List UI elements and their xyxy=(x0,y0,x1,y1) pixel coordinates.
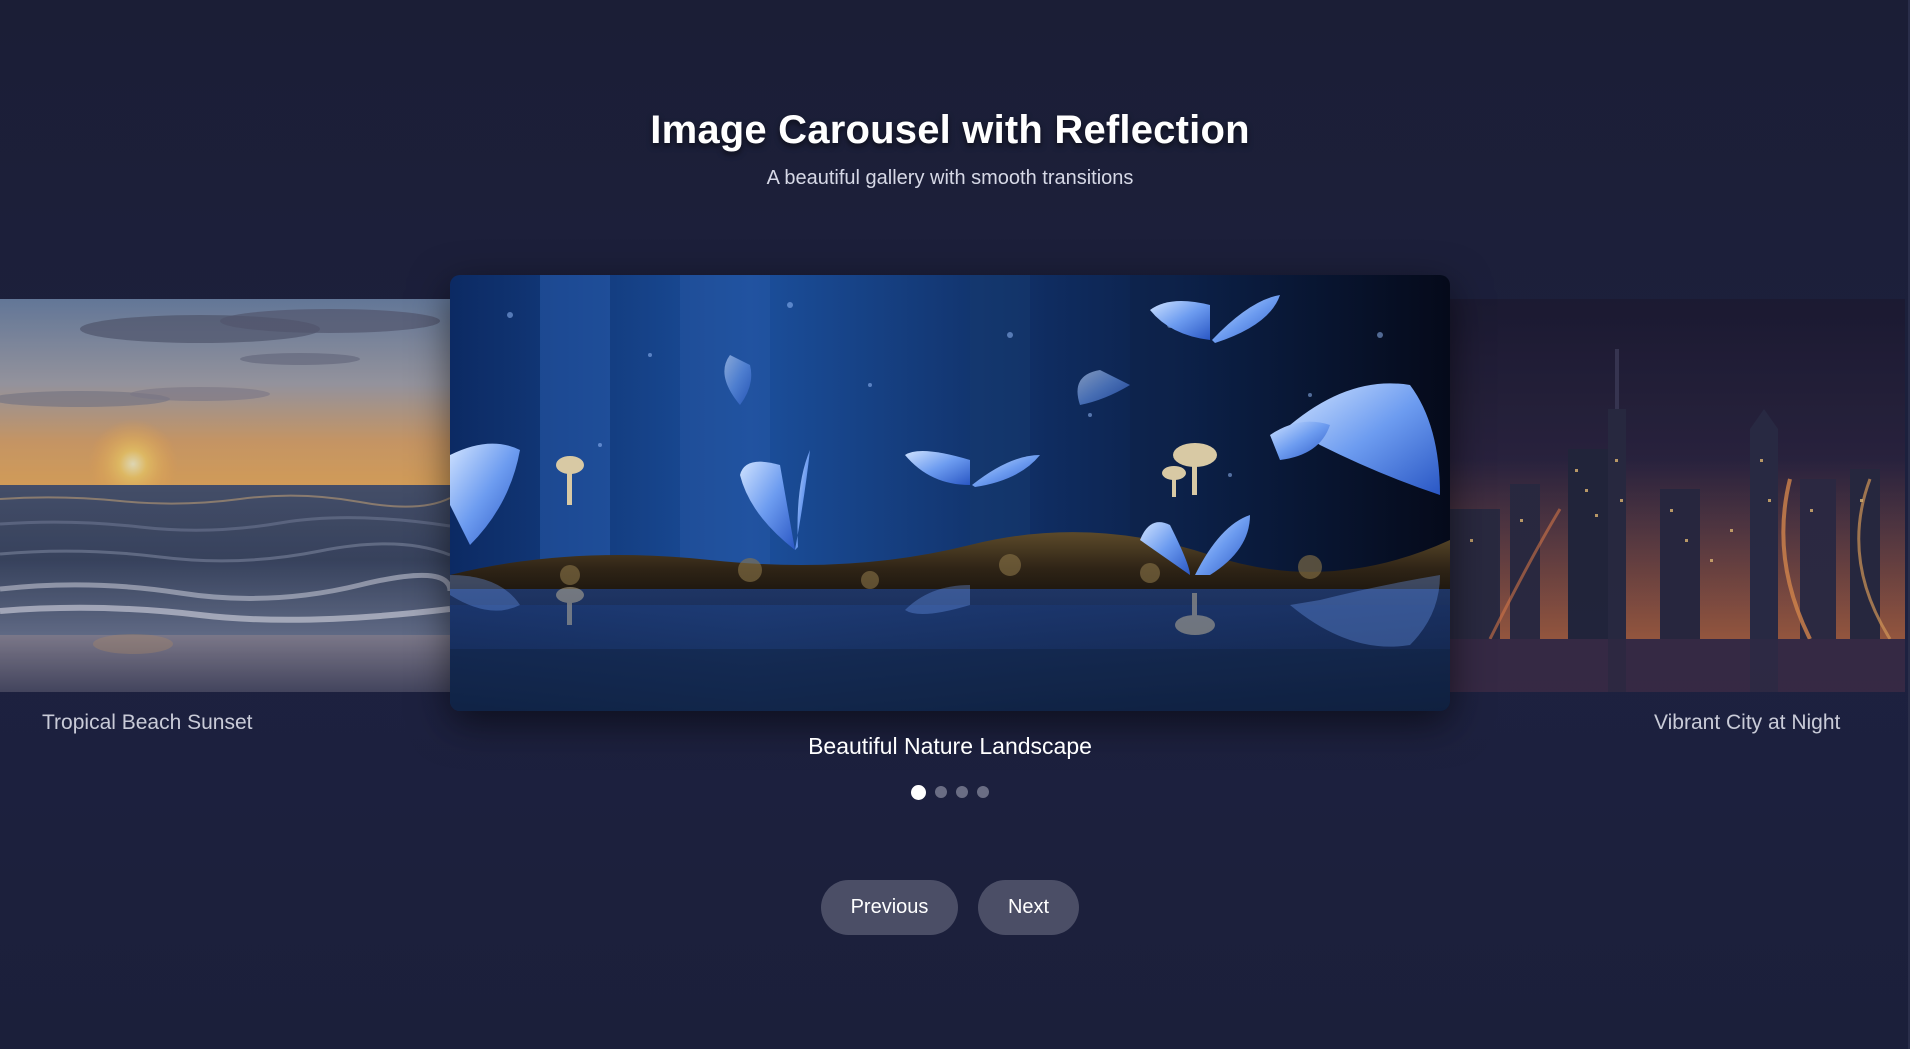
slide-caption-active: Beautiful Nature Landscape xyxy=(808,733,1092,759)
carousel-controls: Previous Next xyxy=(0,880,1900,935)
pagination-dot-4[interactable] xyxy=(977,786,989,798)
slide-previous[interactable] xyxy=(0,299,450,692)
slide-next[interactable] xyxy=(1450,299,1905,692)
city-night-image xyxy=(1450,299,1905,692)
page-header: Image Carousel with Reflection A beautif… xyxy=(0,108,1900,190)
page-subtitle: A beautiful gallery with smooth transiti… xyxy=(766,167,1134,189)
previous-button[interactable]: Previous xyxy=(821,880,958,935)
next-button[interactable]: Next xyxy=(978,880,1079,935)
slide-active[interactable] xyxy=(450,275,1450,711)
slide-caption-next: Vibrant City at Night xyxy=(1654,711,1841,734)
pagination-dot-1[interactable] xyxy=(911,785,926,800)
pagination-dot-3[interactable] xyxy=(956,786,968,798)
slide-caption-previous: Tropical Beach Sunset xyxy=(42,711,253,734)
pagination-dots xyxy=(0,785,1900,800)
pagination-dot-2[interactable] xyxy=(935,786,947,798)
carousel-page: Image Carousel with Reflection A beautif… xyxy=(0,0,1910,1049)
beach-sunset-image xyxy=(0,299,450,692)
page-title: Image Carousel with Reflection xyxy=(650,108,1250,152)
nature-landscape-image xyxy=(450,275,1450,711)
